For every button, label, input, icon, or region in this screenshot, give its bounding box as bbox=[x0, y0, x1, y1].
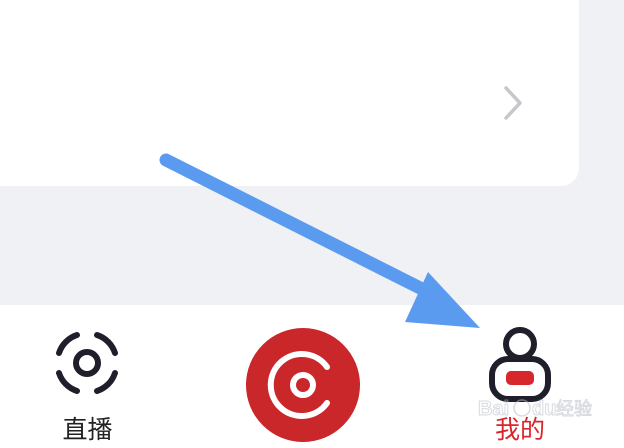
baidu-jingyan-watermark: Bai du 经验 bbox=[478, 398, 593, 421]
svg-text:经验: 经验 bbox=[556, 399, 592, 420]
svg-text:Bai: Bai bbox=[478, 398, 509, 420]
svg-text:du: du bbox=[532, 398, 556, 420]
tab-live[interactable]: 直播 bbox=[40, 305, 135, 448]
content-card[interactable] bbox=[0, 0, 579, 186]
chevron-right-icon[interactable] bbox=[498, 84, 528, 122]
bottom-tab-bar: 直播 我的 bbox=[0, 305, 624, 448]
screen: 直播 我的 Bai du 经验 bbox=[0, 0, 624, 448]
profile-icon bbox=[489, 327, 551, 402]
tab-live-label: 直播 bbox=[62, 415, 113, 444]
live-scan-icon bbox=[56, 332, 118, 394]
tab-mine[interactable]: 我的 bbox=[470, 305, 570, 448]
center-logo-icon bbox=[246, 328, 360, 442]
tab-center-logo[interactable] bbox=[244, 305, 362, 448]
